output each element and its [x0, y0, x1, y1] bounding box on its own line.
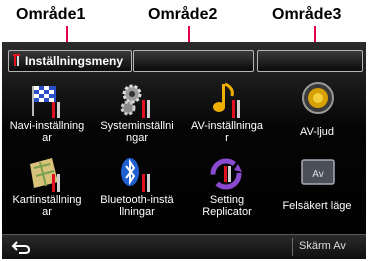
av-sound-label-line1: AV-ljud — [299, 126, 335, 138]
map-settings-label-line2: ar — [42, 206, 52, 218]
music-note-tools-icon — [208, 80, 248, 120]
menu-item-system-settings[interactable]: Systeminställni ngar — [92, 80, 182, 152]
settings-tools-icon — [13, 51, 21, 71]
area3-title-box — [257, 50, 363, 72]
bluetooth-tools-icon — [118, 154, 158, 194]
bottom-bar: Skärm Av — [2, 234, 366, 259]
back-arrow-icon — [11, 241, 31, 254]
av-settings-label-line2: r — [225, 132, 229, 144]
map-tools-icon — [28, 154, 68, 194]
av-settings-label-line1: AV-inställninga — [191, 120, 263, 132]
area3-callout: Område3 — [272, 6, 342, 23]
map-settings-label-line1: Kartinställning — [12, 194, 82, 206]
menu-item-map-settings[interactable]: Kartinställning ar — [2, 154, 92, 226]
navi-settings-label-line2: ar — [42, 132, 52, 144]
menu-item-bluetooth-settings[interactable]: Bluetooth-instä llningar — [92, 154, 182, 226]
area2-callout: Område2 — [148, 6, 218, 23]
system-settings-label-line1: Systeminställni — [100, 120, 174, 132]
screen-off-button[interactable]: Skärm Av — [299, 240, 346, 252]
area2-title-box — [133, 50, 254, 72]
menu-item-navi-settings[interactable]: Navi-inställning ar — [2, 80, 92, 152]
bottom-bar-divider — [292, 238, 293, 256]
svg-text:Av: Av — [312, 169, 324, 180]
av-monitor-icon: Av — [298, 154, 338, 194]
menu-item-setting-replicator[interactable]: Setting Replicator — [182, 154, 272, 226]
setting-replicator-label-line2: Replicator — [202, 206, 252, 218]
menu-item-safe-mode[interactable]: Av Felsäkert läge — [272, 154, 362, 226]
area1-title-text: Inställningsmeny — [25, 54, 124, 68]
system-settings-label-line2: ngar — [125, 132, 149, 144]
navi-settings-label-line1: Navi-inställning — [9, 120, 85, 132]
menu-item-av-settings[interactable]: AV-inställninga r — [182, 80, 272, 152]
safe-mode-label-line1: Felsäkert läge — [282, 200, 352, 212]
bluetooth-settings-label-line2: llningar — [119, 206, 155, 218]
replicator-cycle-icon — [208, 154, 248, 194]
bluetooth-settings-label-line1: Bluetooth-instä — [100, 194, 174, 206]
back-button[interactable] — [10, 238, 34, 256]
settings-menu-screen: Inställningsmeny Navi-inställning ar Sys… — [2, 42, 366, 259]
navi-flag-tools-icon — [28, 80, 68, 120]
gears-tools-icon — [118, 80, 158, 120]
area1-title-box: Inställningsmeny — [8, 50, 132, 72]
menu-item-av-sound[interactable]: AV-ljud — [272, 80, 362, 152]
area1-callout: Område1 — [16, 6, 86, 23]
speaker-icon — [298, 80, 338, 120]
setting-replicator-label-line1: Setting — [209, 194, 245, 206]
